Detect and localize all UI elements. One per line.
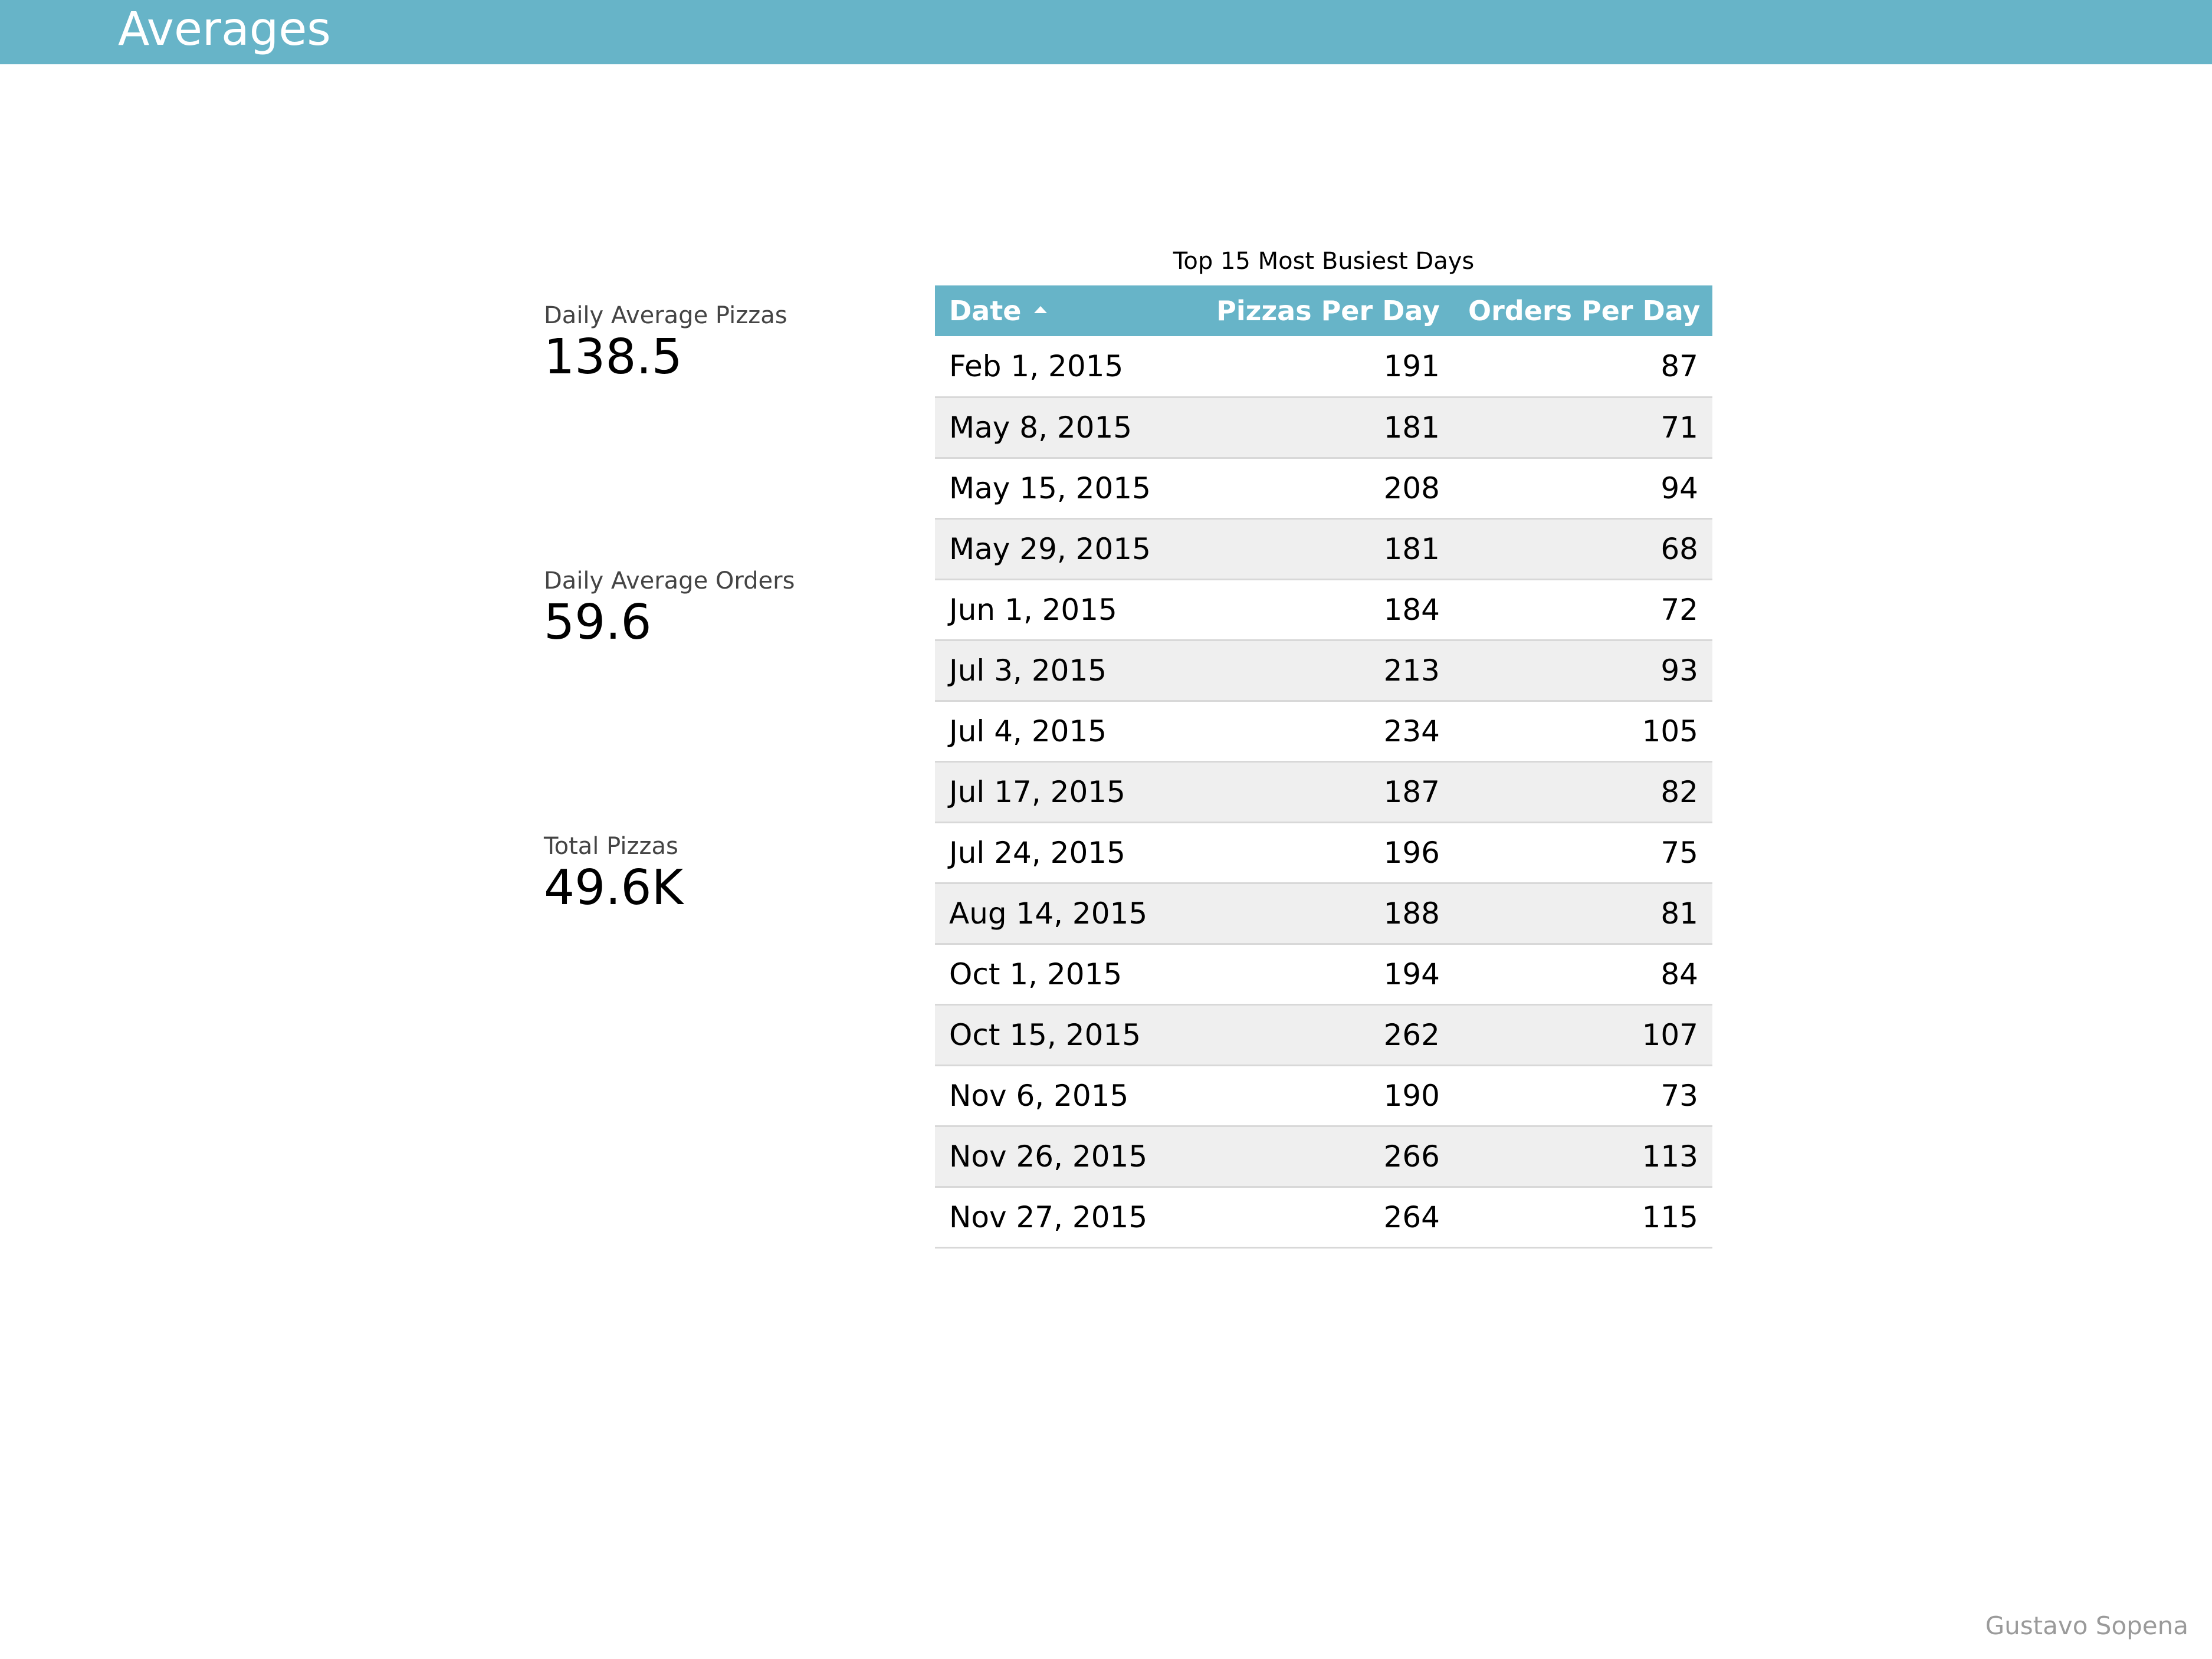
cell-pizzas-per-day: 181 bbox=[1383, 410, 1440, 445]
table-title: Top 15 Most Busiest Days bbox=[1173, 248, 1475, 275]
cell-pizzas-per-day: 190 bbox=[1383, 1078, 1440, 1113]
column-header-date[interactable]: Date bbox=[935, 285, 1194, 336]
scorecard-value: 138.5 bbox=[544, 329, 682, 385]
scorecard-daily-average-pizzas: Daily Average Pizzas 138.5 bbox=[544, 301, 851, 385]
table-row: Jul 4, 2015 234 105 bbox=[935, 701, 1712, 761]
cell-date: May 8, 2015 bbox=[949, 410, 1133, 445]
table-header-row: Date Pizzas Per Day Orders Per Day bbox=[935, 285, 1712, 336]
cell-date: Oct 15, 2015 bbox=[949, 1017, 1141, 1052]
table-row: Jun 1, 2015 184 72 bbox=[935, 579, 1712, 640]
scorecard-label: Daily Average Pizzas bbox=[544, 302, 787, 329]
cell-orders-per-day: 75 bbox=[1660, 835, 1698, 870]
cell-pizzas-per-day: 188 bbox=[1383, 896, 1440, 931]
cell-orders-per-day: 113 bbox=[1642, 1139, 1698, 1174]
sort-ascending-icon[interactable] bbox=[1034, 305, 1048, 313]
table-row: May 8, 2015 181 71 bbox=[935, 397, 1712, 458]
cell-orders-per-day: 93 bbox=[1660, 653, 1698, 688]
cell-pizzas-per-day: 262 bbox=[1383, 1017, 1440, 1052]
cell-orders-per-day: 87 bbox=[1660, 349, 1698, 383]
column-header-pizzas-per-day[interactable]: Pizzas Per Day bbox=[1194, 285, 1454, 336]
scorecard-value: 59.6 bbox=[544, 594, 652, 651]
table-row: May 29, 2015 181 68 bbox=[935, 518, 1712, 579]
cell-date: May 15, 2015 bbox=[949, 471, 1151, 505]
header-bar: Averages bbox=[0, 0, 2212, 64]
cell-pizzas-per-day: 213 bbox=[1383, 653, 1440, 688]
cell-pizzas-per-day: 181 bbox=[1383, 531, 1440, 566]
scorecard-daily-average-orders: Daily Average Orders 59.6 bbox=[544, 566, 851, 650]
cell-pizzas-per-day: 184 bbox=[1383, 592, 1440, 627]
scorecard-total-pizzas: Total Pizzas 49.6K bbox=[544, 832, 851, 915]
table-row: Nov 26, 2015 266 113 bbox=[935, 1126, 1712, 1187]
table-row: Nov 6, 2015 190 73 bbox=[935, 1065, 1712, 1126]
cell-orders-per-day: 81 bbox=[1660, 896, 1698, 931]
cell-date: Jun 1, 2015 bbox=[949, 592, 1117, 627]
cell-pizzas-per-day: 234 bbox=[1383, 714, 1440, 748]
cell-pizzas-per-day: 266 bbox=[1383, 1139, 1440, 1174]
table-row: Oct 15, 2015 262 107 bbox=[935, 1004, 1712, 1065]
cell-date: Jul 17, 2015 bbox=[949, 774, 1125, 809]
page-title: Averages bbox=[118, 3, 331, 56]
cell-date: Jul 4, 2015 bbox=[949, 714, 1107, 748]
table-body: Feb 1, 2015 191 87 May 8, 2015 181 71 May 15, … bbox=[935, 336, 1712, 1247]
cell-date: Oct 1, 2015 bbox=[949, 957, 1123, 991]
cell-date: Nov 27, 2015 bbox=[949, 1200, 1148, 1234]
cell-date: Jul 24, 2015 bbox=[949, 835, 1125, 870]
cell-pizzas-per-day: 208 bbox=[1383, 471, 1440, 505]
cell-orders-per-day: 107 bbox=[1642, 1017, 1698, 1052]
table-row: May 15, 2015 208 94 bbox=[935, 458, 1712, 518]
cell-orders-per-day: 73 bbox=[1660, 1078, 1698, 1113]
table-row: Nov 27, 2015 264 115 bbox=[935, 1187, 1712, 1247]
cell-pizzas-per-day: 194 bbox=[1383, 957, 1440, 991]
table-row: Feb 1, 2015 191 87 bbox=[935, 336, 1712, 397]
table-row: Oct 1, 2015 194 84 bbox=[935, 944, 1712, 1004]
scorecard-value: 49.6K bbox=[544, 860, 684, 916]
cell-date: Nov 26, 2015 bbox=[949, 1139, 1148, 1174]
scorecard-label: Total Pizzas bbox=[544, 833, 678, 860]
scorecard-label: Daily Average Orders bbox=[544, 567, 795, 594]
cell-orders-per-day: 68 bbox=[1660, 531, 1698, 566]
cell-date: Jul 3, 2015 bbox=[949, 653, 1107, 688]
cell-orders-per-day: 82 bbox=[1660, 774, 1698, 809]
table-row: Jul 24, 2015 196 75 bbox=[935, 822, 1712, 883]
table-row: Jul 3, 2015 213 93 bbox=[935, 640, 1712, 701]
cell-date: May 29, 2015 bbox=[949, 531, 1151, 566]
cell-date: Nov 6, 2015 bbox=[949, 1078, 1129, 1113]
cell-pizzas-per-day: 191 bbox=[1383, 349, 1440, 383]
column-header-label: Date bbox=[949, 295, 1022, 327]
busiest-days-table: Date Pizzas Per Day Orders Per Day Feb 1… bbox=[935, 285, 1712, 1249]
column-header-orders-per-day[interactable]: Orders Per Day bbox=[1454, 285, 1712, 336]
cell-orders-per-day: 84 bbox=[1660, 957, 1698, 991]
cell-orders-per-day: 72 bbox=[1660, 592, 1698, 627]
cell-pizzas-per-day: 196 bbox=[1383, 835, 1440, 870]
table-row: Jul 17, 2015 187 82 bbox=[935, 761, 1712, 822]
cell-date: Aug 14, 2015 bbox=[949, 896, 1148, 931]
cell-orders-per-day: 71 bbox=[1660, 410, 1698, 445]
report-page: Averages Daily Average Pizzas 138.5 Dail… bbox=[0, 0, 2212, 1659]
cell-pizzas-per-day: 264 bbox=[1383, 1200, 1440, 1234]
table-row: Aug 14, 2015 188 81 bbox=[935, 883, 1712, 944]
cell-date: Feb 1, 2015 bbox=[949, 349, 1124, 383]
cell-orders-per-day: 94 bbox=[1660, 471, 1698, 505]
author-credit: Gustavo Sopena bbox=[1985, 1611, 2188, 1640]
cell-pizzas-per-day: 187 bbox=[1383, 774, 1440, 809]
cell-orders-per-day: 115 bbox=[1642, 1200, 1698, 1234]
cell-orders-per-day: 105 bbox=[1642, 714, 1698, 748]
